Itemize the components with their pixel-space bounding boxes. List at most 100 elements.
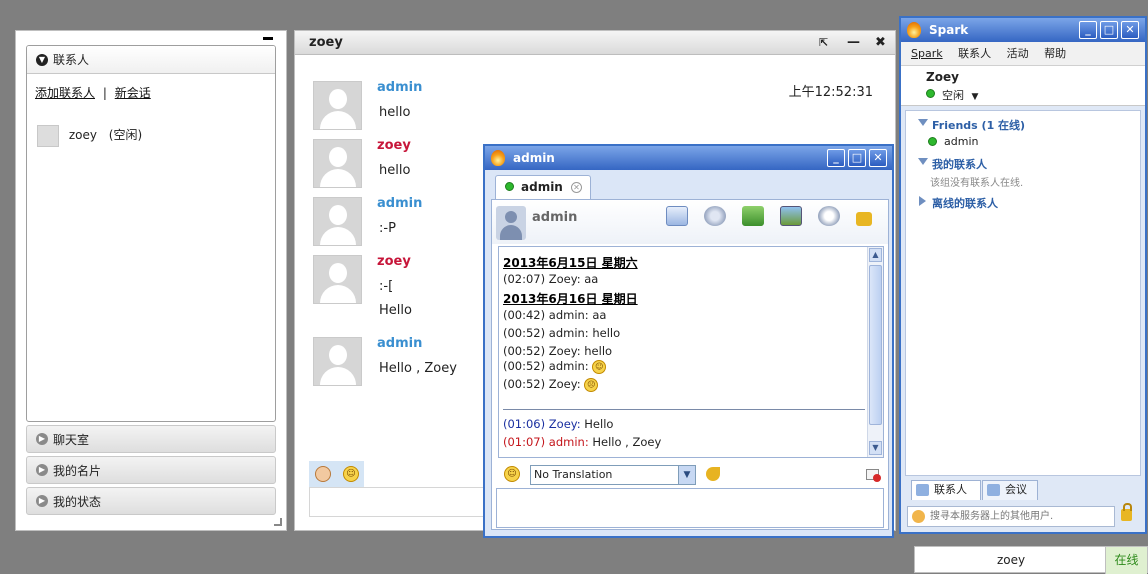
add-contact-link[interactable]: 添加联系人 (35, 86, 95, 100)
transcript-line: (00:52) admin: hello (503, 326, 621, 340)
sticker-icon[interactable] (315, 466, 331, 482)
message-input[interactable] (496, 488, 884, 528)
transcript-date: 2013年6月15日 星期六 (503, 256, 638, 270)
popout-icon[interactable]: ⇱ (819, 31, 828, 55)
divider (503, 409, 865, 410)
status-selector[interactable]: 空闲 ▼ (926, 87, 1145, 103)
screenshot-icon[interactable] (780, 206, 802, 226)
section-my-card[interactable]: ▶ 我的名片 (26, 456, 276, 484)
window-title: Spark (929, 23, 969, 37)
group-my-contacts[interactable]: 我的联系人 (918, 156, 987, 172)
clear-icon[interactable] (866, 469, 881, 482)
menu-contacts[interactable]: 联系人 (958, 47, 991, 60)
expand-icon: ▶ (36, 464, 48, 476)
section-my-status[interactable]: ▶ 我的状态 (26, 487, 276, 515)
menu-spark[interactable]: Spark (911, 47, 943, 60)
lock-icon[interactable] (1121, 503, 1132, 521)
message-text: hello (379, 105, 411, 120)
emoticon-icon[interactable]: ☺ (343, 466, 359, 482)
transcript-line: (00:52) admin: ☺ (503, 359, 607, 374)
link-separator: | (102, 86, 107, 100)
contact-item[interactable]: zoey (空闲) (37, 124, 143, 147)
chat-panel: admin 2013年6月15日 星期六 (02:07) Zoey: aa 20… (491, 199, 889, 530)
profile-card-icon[interactable] (666, 206, 688, 226)
embarrassed-emoticon-icon: ☹ (584, 377, 599, 392)
status-label: 空闲 (942, 89, 964, 102)
maximize-icon[interactable]: □ (1100, 21, 1118, 39)
unlock-icon[interactable] (856, 212, 872, 226)
sender-name: admin (377, 336, 423, 351)
spark-titlebar[interactable]: Spark _ □ ✕ (901, 18, 1145, 42)
roster-contact[interactable]: admin (928, 135, 978, 148)
roster-list: Friends (1 在线) admin 我的联系人 该组没有联系人在线. 离线… (905, 110, 1141, 476)
scrollbar[interactable]: ▲ ▼ (867, 247, 883, 457)
close-icon[interactable]: ✕ (1121, 21, 1139, 39)
minimize-icon[interactable]: _ (1079, 21, 1097, 39)
section-chatroom[interactable]: ▶ 聊天室 (26, 425, 276, 453)
contact-name: zoey (996, 553, 1026, 567)
settings-icon[interactable] (818, 206, 840, 226)
minimize-icon[interactable]: — (847, 31, 860, 55)
menu-actions[interactable]: 活动 (1007, 47, 1029, 60)
avatar (37, 124, 59, 147)
close-icon[interactable]: ✖ (875, 31, 886, 55)
contact-actions: 添加联系人 | 新会话 (35, 84, 151, 101)
collapse-icon (919, 196, 926, 206)
contacts-panel: ▼ 联系人 添加联系人 | 新会话 zoey (空闲) ▶ 聊天室 ▶ 我的名片… (15, 30, 287, 531)
message-text: Hello (379, 303, 412, 318)
scroll-down-icon[interactable]: ▼ (869, 441, 882, 455)
send-file-icon[interactable] (742, 206, 764, 226)
group-friends[interactable]: Friends (1 在线) (918, 117, 1025, 133)
minimize-icon[interactable]: _ (827, 149, 845, 167)
transcript-date: 2013年6月16日 星期日 (503, 292, 638, 306)
avatar (313, 197, 362, 246)
transcript-line: (00:42) admin: aa (503, 308, 607, 322)
live-message: (01:07) admin: Hello , Zoey (503, 435, 662, 449)
dialog-title: admin (513, 151, 555, 165)
expand-icon: ▶ (36, 433, 48, 445)
message-text: hello (379, 163, 411, 178)
group-empty-note: 该组没有联系人在线. (930, 178, 1024, 189)
online-status-icon (505, 182, 514, 191)
resize-grip-icon[interactable] (274, 518, 282, 526)
participant-name: admin (532, 210, 578, 225)
contacts-header[interactable]: ▼ 联系人 (27, 46, 275, 74)
avatar (496, 206, 526, 240)
spark-logo-icon (491, 150, 505, 166)
emoticon-icon[interactable]: ☺ (504, 466, 520, 482)
tab-conferences[interactable]: 会议 (982, 480, 1038, 500)
tab-admin[interactable]: admin ✕ (495, 175, 591, 199)
minimize-icon[interactable] (263, 37, 273, 40)
message-text: Hello , Zoey (379, 361, 457, 376)
avatar (313, 255, 362, 304)
close-tab-icon[interactable]: ✕ (571, 182, 582, 193)
group-offline[interactable]: 离线的联系人 (918, 195, 998, 211)
translation-select[interactable]: No Translation ▼ (530, 465, 696, 485)
search-icon (912, 510, 925, 523)
user-search-input[interactable]: 搜寻本服务器上的其他用户. (907, 506, 1115, 527)
contact-status: (空闲) (108, 128, 143, 142)
close-icon[interactable]: ✕ (869, 149, 887, 167)
live-message: (01:06) Zoey: Hello (503, 417, 614, 431)
user-name: Zoey (926, 70, 959, 84)
spark-logo-icon (907, 22, 921, 38)
expand-icon: ▶ (36, 495, 48, 507)
dialog-titlebar[interactable]: admin _ □ ✕ (485, 146, 892, 170)
chat-history-icon[interactable] (704, 206, 726, 226)
menu-help[interactable]: 帮助 (1044, 47, 1066, 60)
scroll-up-icon[interactable]: ▲ (869, 248, 882, 262)
tab-contacts[interactable]: 联系人 (911, 480, 981, 500)
conference-icon (987, 484, 1000, 496)
scrollbar-thumb[interactable] (869, 265, 882, 425)
nudge-bell-icon[interactable] (706, 467, 720, 481)
maximize-icon[interactable]: □ (848, 149, 866, 167)
contact-status-widget[interactable]: zoey 在线 (914, 546, 1148, 574)
expand-icon (918, 158, 928, 165)
new-session-link[interactable]: 新会话 (115, 86, 151, 100)
contacts-section: ▼ 联系人 添加联系人 | 新会话 zoey (空闲) (26, 45, 276, 422)
chevron-down-icon: ▼ (678, 466, 695, 484)
chat-toolbar: ☺ (309, 461, 364, 487)
transcript-line: (00:52) Zoey: hello (503, 344, 613, 358)
chevron-down-icon: ▼ (971, 92, 979, 102)
status-badge: 在线 (1105, 547, 1147, 574)
